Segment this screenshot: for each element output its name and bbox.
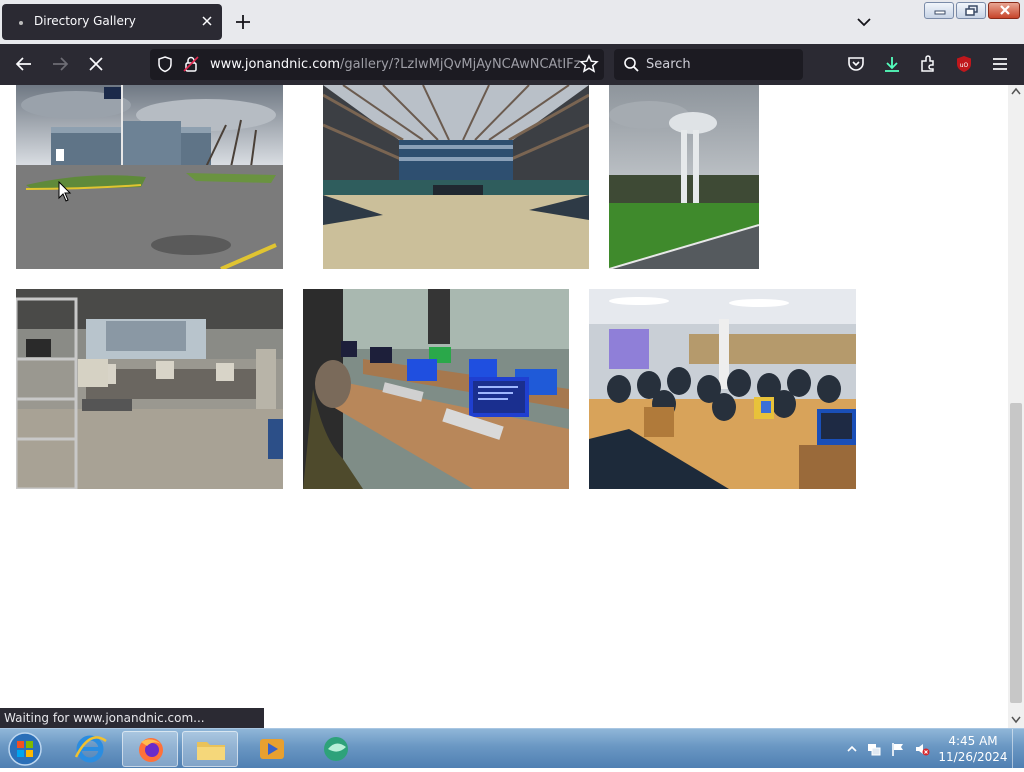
scroll-up-arrow-icon[interactable] — [1011, 87, 1021, 95]
url-host: www.jonandnic.com — [210, 57, 340, 72]
svg-text:uO: uO — [960, 62, 969, 69]
clock-time: 4:45 AM — [948, 734, 998, 748]
gallery-photo-warehouse[interactable] — [16, 289, 283, 489]
volume-muted-icon[interactable] — [914, 741, 930, 757]
system-clock[interactable]: 4:45 AM 11/26/2024 — [936, 733, 1010, 765]
firefox-icon — [139, 738, 163, 762]
star-icon[interactable] — [579, 54, 599, 74]
tab-strip: Directory Gallery — [0, 0, 1024, 44]
auditorium-image — [589, 289, 856, 489]
scrollbar-thumb[interactable] — [1010, 403, 1022, 703]
tab-directory-gallery[interactable]: Directory Gallery — [2, 4, 222, 40]
menu-icon[interactable] — [990, 54, 1010, 74]
chevron-down-icon[interactable] — [854, 12, 874, 32]
gallery-photo-auditorium[interactable] — [589, 289, 856, 489]
ublock-icon[interactable]: uO — [954, 54, 974, 74]
close-window-button[interactable] — [988, 2, 1020, 19]
url-text: www.jonandnic.com/gallery/?LzIwMjQvMjAyN… — [210, 57, 580, 72]
taskbar-app-green[interactable] — [308, 731, 364, 767]
lock-icon[interactable] — [182, 55, 200, 73]
new-tab-icon[interactable] — [233, 12, 253, 32]
scroll-down-arrow-icon[interactable] — [1011, 716, 1021, 724]
back-icon[interactable] — [14, 54, 34, 74]
computer-lab-image — [303, 289, 569, 489]
search-bar[interactable]: Search — [614, 49, 803, 80]
green-app-icon — [324, 737, 348, 761]
search-placeholder: Search — [646, 57, 691, 72]
action-center-flag-icon[interactable] — [890, 741, 906, 757]
extensions-icon[interactable] — [918, 54, 938, 74]
taskbar-media-player[interactable] — [244, 731, 300, 767]
show-hidden-icons-icon[interactable] — [844, 741, 860, 757]
close-window-icon — [1000, 5, 1010, 15]
restore-icon — [965, 5, 978, 16]
address-bar[interactable]: www.jonandnic.com/gallery/?LzIwMjQvMjAyN… — [150, 49, 604, 80]
taskbar: 4:45 AM 11/26/2024 — [0, 728, 1024, 769]
url-path: /gallery/?LzIwMjQvMjAyNCAwNCAtIFz — [340, 57, 581, 72]
close-tab-icon[interactable] — [198, 12, 216, 30]
browser-window: Directory Gallery www.jonandnic.com/gall… — [0, 0, 1024, 769]
minimize-icon — [934, 10, 946, 15]
internet-explorer-icon — [74, 735, 107, 763]
shield-icon[interactable] — [156, 55, 174, 73]
office-building-image — [16, 85, 283, 269]
loading-dot-icon — [19, 21, 23, 25]
stop-icon[interactable] — [86, 54, 106, 74]
gallery-photo-computer-lab[interactable] — [303, 289, 569, 489]
taskbar-firefox[interactable] — [122, 731, 178, 767]
minimize-button[interactable] — [924, 2, 954, 19]
taskbar-internet-explorer[interactable] — [62, 731, 118, 767]
media-player-icon — [260, 739, 284, 759]
mouse-pointer-icon — [58, 181, 72, 202]
gallery-photo-atrium[interactable] — [323, 85, 589, 269]
restore-button[interactable] — [956, 2, 986, 19]
water-tower-image — [609, 85, 759, 269]
vertical-scrollbar[interactable] — [1008, 85, 1024, 728]
tab-title: Directory Gallery — [34, 14, 136, 28]
atrium-image — [323, 85, 589, 269]
pocket-icon[interactable] — [846, 54, 866, 74]
folder-icon — [197, 742, 225, 760]
page-content — [0, 85, 1008, 728]
status-bar: Waiting for www.jonandnic.com... — [0, 708, 264, 728]
navigation-toolbar: www.jonandnic.com/gallery/?LzIwMjQvMjAyN… — [0, 44, 1024, 85]
taskbar-file-explorer[interactable] — [182, 731, 238, 767]
download-icon[interactable] — [882, 54, 902, 74]
forward-icon[interactable] — [50, 54, 70, 74]
gallery-photo-water-tower[interactable] — [609, 85, 759, 269]
search-icon — [624, 57, 639, 72]
clock-date: 11/26/2024 — [938, 750, 1008, 764]
show-desktop-button[interactable] — [1012, 729, 1024, 769]
start-button-icon[interactable] — [6, 731, 44, 767]
gallery-photo-office-building[interactable] — [16, 85, 283, 269]
warehouse-image — [16, 289, 283, 489]
network-icon[interactable] — [866, 741, 882, 757]
